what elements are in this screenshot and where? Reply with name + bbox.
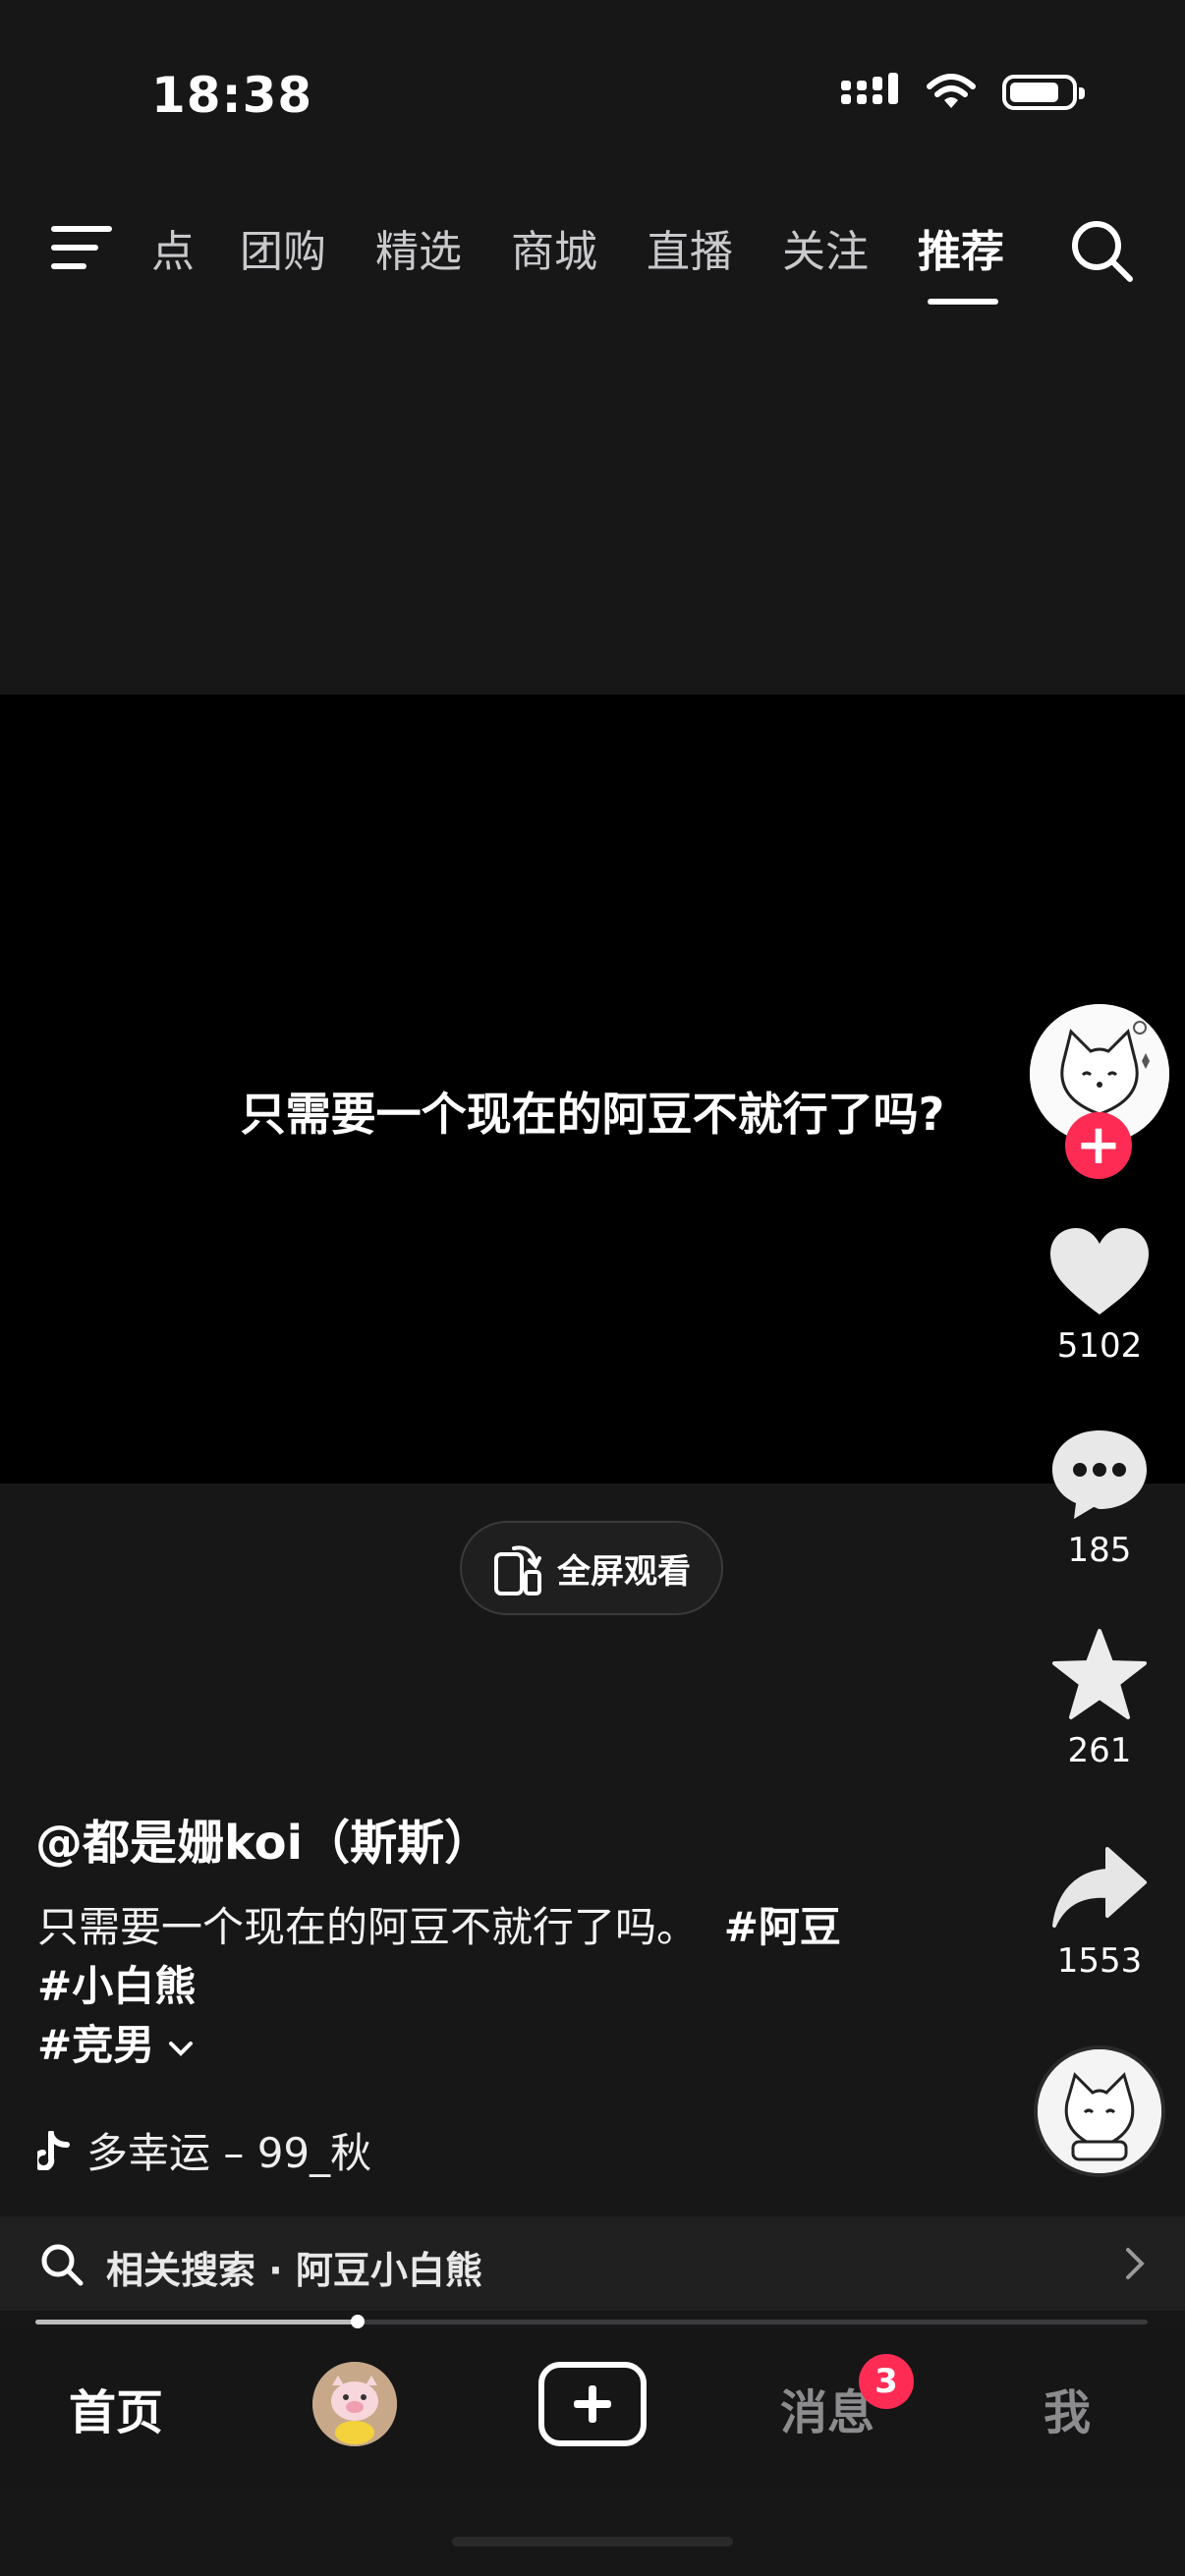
tab-group-buy[interactable]: 团购 xyxy=(240,216,326,279)
video-caption: 只需要一个现在的阿豆不就行了吗? xyxy=(240,1088,945,1141)
progress-handle[interactable] xyxy=(351,2315,366,2328)
tab-live[interactable]: 直播 xyxy=(647,216,733,279)
progress-fill xyxy=(35,2320,359,2324)
post-description: 只需要一个现在的阿豆不就行了吗。 #阿豆 #小白熊 #竞男 xyxy=(37,1898,902,2075)
share-button[interactable]: 1553 xyxy=(1022,1843,1177,1981)
related-search-bar[interactable]: 相关搜索 · 阿豆小白熊 xyxy=(0,2216,1185,2311)
favorite-count: 261 xyxy=(1067,1731,1132,1770)
description-text: 只需要一个现在的阿豆不就行了吗。 xyxy=(37,1903,699,1951)
status-time: 18:38 xyxy=(151,67,313,124)
friends-avatar[interactable] xyxy=(312,2362,397,2446)
chevron-right-icon xyxy=(1126,2248,1145,2279)
search-icon[interactable] xyxy=(1067,216,1136,285)
like-button[interactable]: 5102 xyxy=(1022,1226,1177,1366)
comment-button[interactable]: 185 xyxy=(1022,1427,1177,1570)
pig-avatar-image xyxy=(312,2362,397,2446)
fullscreen-button[interactable]: 全屏观看 xyxy=(460,1521,723,1615)
rotate-screen-icon xyxy=(494,1545,541,1596)
battery-level xyxy=(1010,83,1059,102)
expand-chevron-icon[interactable] xyxy=(168,2039,194,2058)
tab-mall[interactable]: 商城 xyxy=(511,216,597,279)
status-icons xyxy=(841,73,1085,112)
tab-recommend[interactable]: 推荐 xyxy=(918,216,1004,279)
share-arrow-icon xyxy=(1052,1847,1147,1928)
share-count: 1553 xyxy=(1056,1941,1143,1981)
favorite-button[interactable]: 261 xyxy=(1022,1627,1177,1770)
tab-following[interactable]: 关注 xyxy=(782,216,869,279)
heart-icon xyxy=(1050,1228,1149,1315)
plus-icon xyxy=(574,2385,611,2423)
hashtag[interactable]: #小白熊 xyxy=(37,1962,196,2010)
wifi-icon xyxy=(927,74,976,108)
signal-icon xyxy=(841,73,898,104)
comment-count: 185 xyxy=(1067,1531,1132,1570)
star-icon xyxy=(1052,1629,1147,1719)
home-indicator xyxy=(452,2537,733,2547)
music-info[interactable]: 多幸运 – 99_秋 xyxy=(37,2120,371,2180)
messages-badge: 3 xyxy=(859,2354,914,2409)
create-button[interactable] xyxy=(538,2362,647,2446)
tab-featured[interactable]: 精选 xyxy=(375,216,462,279)
like-count: 5102 xyxy=(1056,1326,1143,1366)
bottom-nav: 首页 消息 3 我 xyxy=(0,2330,1185,2488)
hashtag[interactable]: #阿豆 xyxy=(724,1903,841,1951)
comment-icon xyxy=(1052,1430,1147,1519)
fullscreen-label: 全屏观看 xyxy=(557,1551,691,1592)
search-icon xyxy=(41,2244,84,2286)
menu-icon[interactable] xyxy=(51,224,112,271)
music-note-icon xyxy=(37,2130,70,2170)
music-disc[interactable] xyxy=(1034,2045,1165,2177)
active-tab-indicator xyxy=(928,299,998,305)
playback-progress[interactable] xyxy=(35,2315,1148,2328)
top-nav: 点 团购 精选 商城 直播 关注 推荐 xyxy=(0,196,1185,305)
follow-plus-icon[interactable]: + xyxy=(1065,1112,1132,1179)
author-name[interactable]: @都是姗koi（斯斯） xyxy=(35,1804,491,1873)
tab-nearby[interactable]: 点 xyxy=(151,216,195,279)
nav-home[interactable]: 首页 xyxy=(69,2374,163,2442)
hashtag[interactable]: #竞男 xyxy=(37,2021,154,2069)
music-title: 多幸运 – 99_秋 xyxy=(86,2129,372,2177)
nav-me[interactable]: 我 xyxy=(1044,2374,1091,2442)
music-cover-image xyxy=(1038,2049,1161,2173)
app-screen: 18:38 点 团购 精选 商城 直播 关注 推荐 只需要一个现在的阿豆不就行了… xyxy=(0,0,1185,2576)
battery-icon xyxy=(1002,75,1085,110)
related-search-label: 相关搜索 · 阿豆小白熊 xyxy=(106,2249,482,2292)
